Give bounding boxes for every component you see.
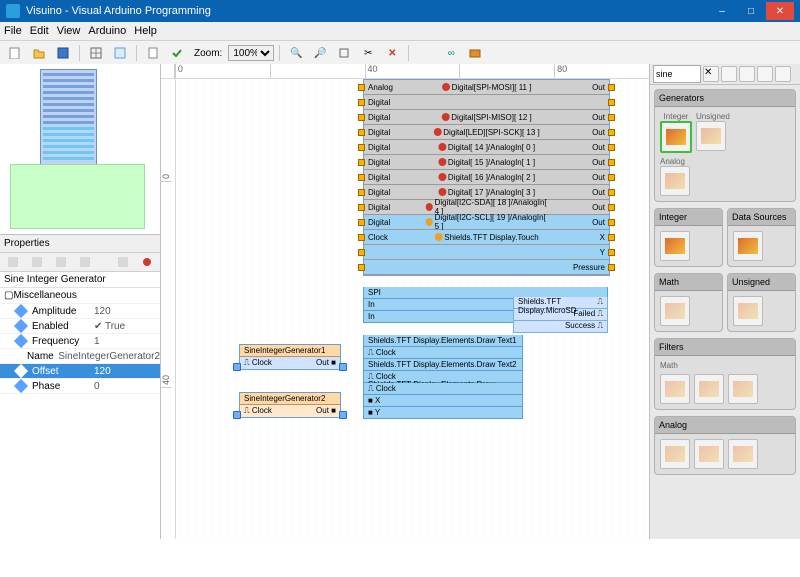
palette-panels[interactable]: Generators Integer Unsigned — [650, 85, 800, 539]
properties-title: Properties — [0, 235, 160, 253]
menu-arduino[interactable]: Arduino — [88, 25, 126, 37]
palette-search-row: ✕ — [650, 64, 800, 85]
zoom-out-button[interactable]: 🔎 — [309, 43, 331, 63]
board-row[interactable]: DigitalDigital[I2C-SCL][ 19 ]/AnalogIn[ … — [364, 215, 609, 230]
ruler-horizontal: 0 40 80 — [161, 64, 649, 79]
thumb-filter-1[interactable] — [660, 374, 690, 404]
main-toolbar: Zoom: 100% 🔍 🔎 ✂ ✕ ∞ — [0, 41, 800, 66]
zoom-label: Zoom: — [194, 48, 222, 59]
thumb-unsigned[interactable] — [733, 296, 763, 326]
prop-btn-3[interactable] — [50, 252, 72, 272]
board-row[interactable]: Pressure — [364, 260, 609, 275]
component-palette: ✕ Generators Integer — [649, 64, 800, 539]
prop-phase[interactable]: Phase0 — [0, 379, 160, 394]
grid-button[interactable] — [85, 43, 107, 63]
search-clear-button[interactable]: ✕ — [703, 66, 719, 82]
menu-edit[interactable]: Edit — [30, 25, 49, 37]
prop-amplitude[interactable]: Amplitude120 — [0, 304, 160, 319]
open-button[interactable] — [28, 43, 50, 63]
prop-object-title: Sine Integer Generator — [0, 272, 160, 288]
thumb-generator-integer[interactable] — [660, 121, 692, 153]
palette-data-sources: Data Sources — [727, 208, 796, 267]
block-arduino-board[interactable]: AnalogDigital[SPI-MOSI][ 11 ]OutDigitalD… — [363, 79, 610, 276]
board-button[interactable] — [464, 43, 486, 63]
check-button[interactable] — [166, 43, 188, 63]
prop-enabled[interactable]: Enabled✔ True — [0, 319, 160, 334]
board-row[interactable]: AnalogDigital[SPI-MOSI][ 11 ]Out — [364, 80, 609, 95]
palette-unsigned: Unsigned — [727, 273, 796, 332]
window-minimize-button[interactable]: – — [708, 2, 736, 20]
board-row[interactable]: DigitalDigital[SPI-MISO][ 12 ]Out — [364, 110, 609, 125]
thumb-analog-1[interactable] — [660, 439, 690, 469]
menu-help[interactable]: Help — [134, 25, 157, 37]
block-bitmap-xy[interactable]: ⎍ Clock■ X■ Y — [363, 383, 523, 419]
board-row[interactable]: Y — [364, 245, 609, 260]
new-button[interactable] — [4, 43, 26, 63]
palette-filters: Filters Math — [654, 338, 796, 410]
thumb-generator-analog[interactable] — [660, 166, 690, 196]
search-opt3-button[interactable] — [757, 66, 773, 82]
board-row[interactable]: ClockShields.TFT Display.TouchX — [364, 230, 609, 245]
overview-panel[interactable] — [0, 64, 160, 235]
window-maximize-button[interactable]: □ — [737, 2, 765, 20]
zoom-fit-button[interactable] — [333, 43, 355, 63]
window-close-button[interactable]: ✕ — [766, 2, 794, 20]
board-row[interactable]: DigitalDigital[ 14 ]/AnalogIn[ 0 ]Out — [364, 140, 609, 155]
menu-file[interactable]: File — [4, 25, 22, 37]
prop-btn-6[interactable] — [136, 252, 158, 272]
block-sine-generator-2[interactable]: SineIntegerGenerator2 ⎍ ClockOut ■ — [239, 392, 341, 418]
palette-integer: Integer — [654, 208, 723, 267]
thumb-filter-2[interactable] — [694, 374, 724, 404]
search-opt2-button[interactable] — [739, 66, 755, 82]
prop-frequency[interactable]: Frequency1 — [0, 334, 160, 349]
editor-area: 0 40 80 040 SineIntegerGenerator1 ⎍ Cloc… — [161, 64, 649, 539]
prop-btn-4[interactable] — [74, 252, 96, 272]
block-tft-microsd[interactable]: Shields.TFT Display.MicroSD ⎍Failed ⎍Suc… — [513, 297, 608, 333]
prop-name[interactable]: NameSineIntegerGenerator2 — [0, 349, 160, 364]
search-opt4-button[interactable] — [775, 66, 791, 82]
board-row[interactable]: DigitalDigital[ 15 ]/AnalogIn[ 1 ]Out — [364, 155, 609, 170]
prop-btn-5[interactable] — [112, 252, 134, 272]
menubar: File Edit View Arduino Help — [0, 22, 800, 41]
palette-math: Math — [654, 273, 723, 332]
board-row[interactable]: DigitalDigital[LED][SPI-SCK][ 13 ]Out — [364, 125, 609, 140]
ruler-vertical: 040 — [161, 79, 176, 539]
window-title: Visuino - Visual Arduino Programming — [26, 5, 708, 17]
prop-offset[interactable]: Offset120 — [0, 364, 160, 379]
canvas[interactable]: 040 SineIntegerGenerator1 ⎍ ClockOut ■ S… — [161, 79, 649, 539]
thumb-math[interactable] — [660, 296, 690, 326]
save-button[interactable] — [52, 43, 74, 63]
palette-analog: Analog — [654, 416, 796, 475]
thumb-generator-unsigned[interactable] — [696, 121, 726, 151]
app-icon — [6, 4, 20, 18]
thumb-analog-2[interactable] — [694, 439, 724, 469]
cut-button[interactable]: ✂ — [357, 43, 379, 63]
snap-button[interactable] — [109, 43, 131, 63]
delete-button[interactable]: ✕ — [381, 43, 403, 63]
thumb-integer[interactable] — [660, 231, 690, 261]
left-column: Properties Sine Integer Generator ▢ Misc… — [0, 64, 161, 539]
board-row[interactable]: Digital — [364, 95, 609, 110]
board-row[interactable]: DigitalDigital[ 16 ]/AnalogIn[ 2 ]Out — [364, 170, 609, 185]
prop-btn-2[interactable] — [26, 252, 48, 272]
thumb-data-source[interactable] — [733, 231, 763, 261]
thumb-analog-3[interactable] — [728, 439, 758, 469]
doc-button[interactable] — [142, 43, 164, 63]
menu-view[interactable]: View — [57, 25, 81, 37]
palette-generators: Generators Integer Unsigned — [654, 89, 796, 202]
arduino-icon[interactable]: ∞ — [440, 43, 462, 63]
block-sine-generator-1[interactable]: SineIntegerGenerator1 ⎍ ClockOut ■ — [239, 344, 341, 370]
search-opt1-button[interactable] — [721, 66, 737, 82]
thumb-filter-3[interactable] — [728, 374, 758, 404]
zoom-in-button[interactable]: 🔍 — [285, 43, 307, 63]
window-titlebar: Visuino - Visual Arduino Programming – □… — [0, 0, 800, 22]
palette-search-input[interactable] — [653, 65, 701, 83]
properties-toolbar — [0, 253, 160, 272]
zoom-select[interactable]: 100% — [228, 45, 274, 61]
prop-btn-1[interactable] — [2, 252, 24, 272]
properties-tree[interactable]: Sine Integer Generator ▢ Miscellaneous A… — [0, 272, 160, 539]
prop-group-misc[interactable]: ▢ Miscellaneous — [0, 288, 160, 304]
